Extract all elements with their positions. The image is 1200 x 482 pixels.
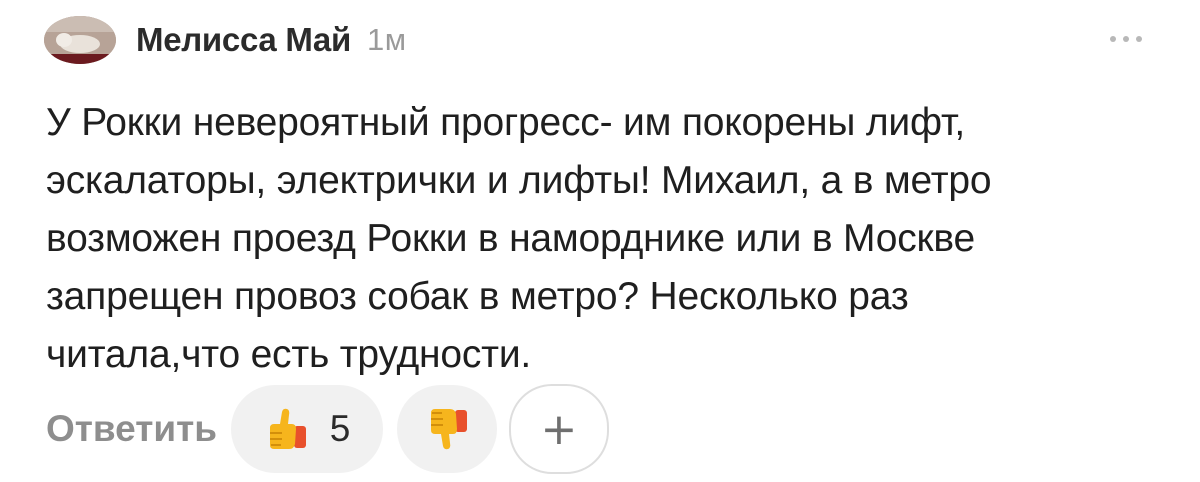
more-options-icon[interactable]	[1110, 36, 1142, 42]
avatar[interactable]	[44, 16, 116, 64]
thumbs-down-icon	[425, 406, 469, 452]
dot	[1136, 36, 1142, 42]
like-button[interactable]: 5	[230, 385, 383, 473]
reply-button[interactable]: Ответить	[46, 408, 217, 450]
like-count: 5	[329, 408, 351, 449]
comment-text: У Рокки невероятный прогресс- им покорен…	[46, 101, 992, 376]
dot	[1110, 36, 1116, 42]
dot	[1123, 36, 1129, 42]
comment-header: Мелисса Май 1м	[44, 14, 407, 66]
thumbs-up-icon	[264, 406, 308, 452]
comment-time: 1м	[366, 22, 407, 57]
dislike-button[interactable]	[396, 385, 497, 473]
comment-actions: Ответить 5 +	[46, 384, 609, 474]
add-reaction-button[interactable]: +	[508, 384, 609, 474]
plus-icon: +	[540, 403, 578, 455]
author-name[interactable]: Мелисса Май	[136, 21, 351, 59]
